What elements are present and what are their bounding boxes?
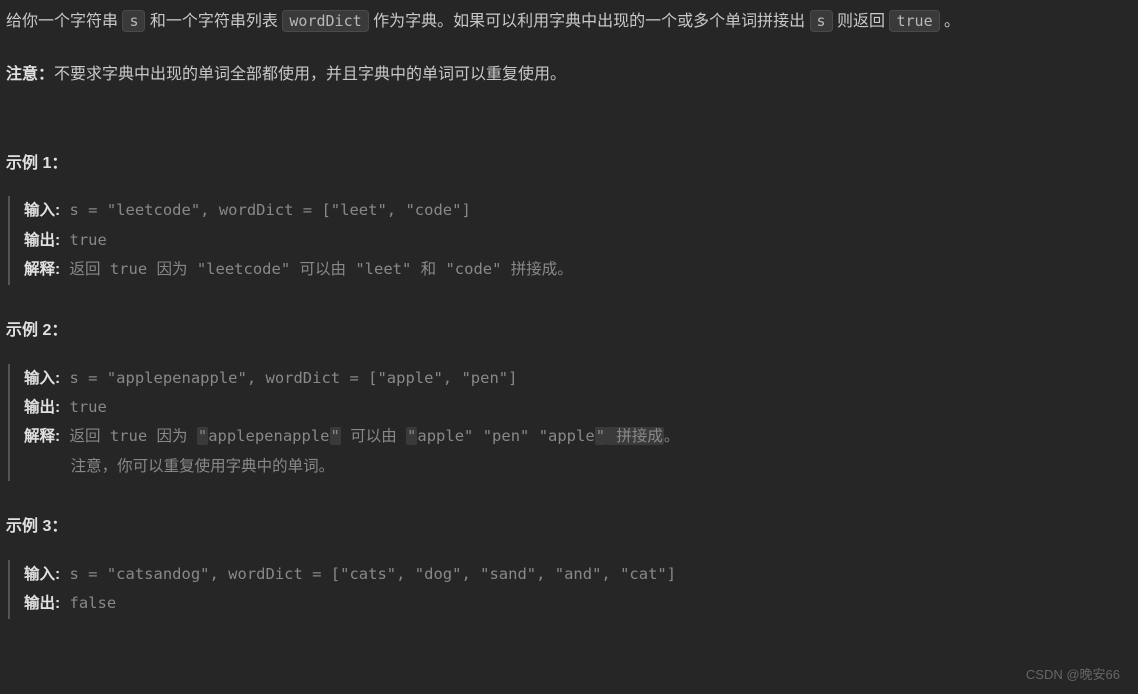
example-3-block: 输入: s = "catsandog", wordDict = ["cats",…: [8, 560, 1132, 619]
example-2-explain: 解释: 返回 true 因为 "applepenapple" 可以由 "appl…: [24, 422, 1132, 451]
example-2-input: 输入: s = "applepenapple", wordDict = ["ap…: [24, 364, 1132, 393]
intro-text-3: 作为字典。如果可以利用字典中出现的一个或多个单词拼接出: [369, 13, 810, 30]
intro-text-2: 和一个字符串列表: [145, 13, 282, 30]
example-1-heading: 示例 1：: [6, 150, 1132, 179]
example-2-block: 输入: s = "applepenapple", wordDict = ["ap…: [8, 364, 1132, 482]
quote-close-2: ": [595, 427, 606, 445]
input-label: 输入:: [24, 202, 60, 219]
code-true: true: [889, 10, 939, 32]
problem-intro: 给你一个字符串 s 和一个字符串列表 wordDict 作为字典。如果可以利用字…: [6, 8, 1132, 37]
example-1-block: 输入: s = "leetcode", wordDict = ["leet", …: [8, 196, 1132, 284]
example-3-output: 输出: false: [24, 589, 1132, 618]
input-label: 输入:: [24, 370, 60, 387]
explain-p1: 返回 true 因为: [70, 427, 197, 445]
explain-text: 返回 true 因为 "leetcode" 可以由 "leet" 和 "code…: [70, 260, 573, 278]
input-text: s = "catsandog", wordDict = ["cats", "do…: [70, 565, 677, 583]
quote-open-2: ": [406, 427, 417, 445]
intro-text-1: 给你一个字符串: [6, 13, 122, 30]
note-section: 注意：不要求字典中出现的单词全部都使用，并且字典中的单词可以重复使用。: [6, 61, 1132, 90]
explain-p2: 可以由: [341, 427, 406, 445]
explain-p3: 拼接成: [606, 427, 664, 445]
example-3-heading: 示例 3：: [6, 513, 1132, 542]
output-label: 输出:: [24, 399, 60, 416]
example-1-output: 输出: true: [24, 226, 1132, 255]
explain-label: 解释:: [24, 428, 60, 445]
explain-label: 解释:: [24, 261, 60, 278]
note-label: 注意：: [6, 66, 54, 83]
quoted-word-2: apple" "pen" "apple: [417, 427, 594, 445]
example-2: 示例 2： 输入: s = "applepenapple", wordDict …: [6, 317, 1132, 482]
example-1-input: 输入: s = "leetcode", wordDict = ["leet", …: [24, 196, 1132, 225]
note-text: 不要求字典中出现的单词全部都使用，并且字典中的单词可以重复使用。: [54, 66, 566, 83]
input-label: 输入:: [24, 566, 60, 583]
quote-open-1: ": [197, 427, 208, 445]
output-text: false: [70, 594, 117, 612]
output-label: 输出:: [24, 232, 60, 249]
intro-text-4: 则返回: [833, 13, 890, 30]
example-3: 示例 3： 输入: s = "catsandog", wordDict = ["…: [6, 513, 1132, 619]
example-1: 示例 1： 输入: s = "leetcode", wordDict = ["l…: [6, 150, 1132, 285]
watermark: CSDN @晚安66: [1026, 663, 1120, 686]
output-text: true: [70, 398, 107, 416]
example-2-heading: 示例 2：: [6, 317, 1132, 346]
intro-text-5: 。: [940, 13, 960, 30]
code-worddict: wordDict: [282, 10, 368, 32]
example-2-output: 输出: true: [24, 393, 1132, 422]
code-s: s: [122, 10, 145, 32]
code-s2: s: [810, 10, 833, 32]
example-1-explain: 解释: 返回 true 因为 "leetcode" 可以由 "leet" 和 "…: [24, 255, 1132, 284]
input-text: s = "applepenapple", wordDict = ["apple"…: [70, 369, 518, 387]
explain-p4: 。: [664, 427, 680, 445]
input-text: s = "leetcode", wordDict = ["leet", "cod…: [70, 201, 471, 219]
quote-close-1: ": [330, 427, 341, 445]
output-label: 输出:: [24, 595, 60, 612]
example-2-explain-line2: 注意，你可以重复使用字典中的单词。: [24, 452, 1132, 481]
quoted-word-1: applepenapple: [208, 427, 329, 445]
example-3-input: 输入: s = "catsandog", wordDict = ["cats",…: [24, 560, 1132, 589]
output-text: true: [70, 231, 107, 249]
